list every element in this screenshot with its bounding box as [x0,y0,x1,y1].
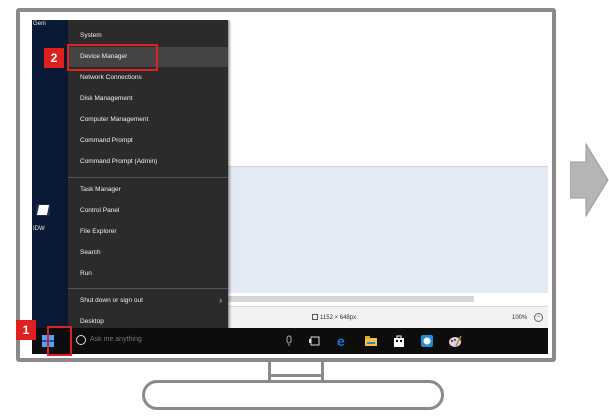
menu-separator [68,177,228,178]
store-icon[interactable] [392,334,406,348]
zoom-out-button[interactable]: − [534,313,543,322]
svg-text:e: e [337,334,345,348]
callout-highlight-device-manager [67,44,158,71]
paint-window: 1152 × 648px 100% − [228,20,548,329]
menu-item-command-prompt-admin[interactable]: Command Prompt (Admin) [68,152,228,172]
desktop-icon-label: IDW [33,226,45,232]
status-bar: 1152 × 648px 100% − [228,306,548,329]
image-size-readout: 1152 × 648px [320,315,357,321]
callout-highlight-start [47,326,72,356]
menu-item-command-prompt[interactable]: Command Prompt [68,131,228,151]
submenu-arrow-icon: › [219,296,222,305]
menu-item-run[interactable]: Run [68,264,228,284]
step-2-badge: 2 [44,48,64,68]
menu-item-network-connections[interactable]: Network Connections [68,68,228,88]
microphone-icon[interactable] [282,334,296,348]
menu-item-file-explorer[interactable]: File Explorer [68,222,228,242]
desktop-icon-label: Geni [33,21,46,27]
menu-item-disk-management[interactable]: Disk Management [68,89,228,109]
canvas-area[interactable] [228,166,548,293]
menu-item-control-panel[interactable]: Control Panel [68,201,228,221]
menu-item-computer-management[interactable]: Computer Management [68,110,228,130]
skype-icon[interactable] [420,334,434,348]
step-1-badge: 1 [16,320,36,340]
desktop-app-icon[interactable] [36,204,50,216]
paint-app-icon[interactable] [448,334,462,348]
menu-separator [68,288,228,289]
menu-item-label: Shut down or sign out [80,297,143,304]
zoom-level: 100% [512,315,528,321]
horizontal-scrollbar[interactable] [228,296,474,302]
menu-item-shut-down-or-sign-out[interactable]: Shut down or sign out › [68,291,228,311]
next-step-arrow-icon [570,142,609,218]
cortana-icon[interactable] [76,335,86,345]
menu-item-task-manager[interactable]: Task Manager [68,180,228,200]
monitor-stand-base [142,380,444,410]
menu-item-search[interactable]: Search [68,243,228,263]
file-explorer-icon[interactable] [364,334,378,348]
taskbar: Ask me anything e [32,328,548,354]
menu-item-system[interactable]: System [68,26,228,46]
edge-browser-icon[interactable]: e [336,334,350,348]
image-size-icon [312,314,318,320]
taskbar-search-box[interactable]: Ask me anything [90,336,142,343]
task-view-icon[interactable] [308,334,322,348]
